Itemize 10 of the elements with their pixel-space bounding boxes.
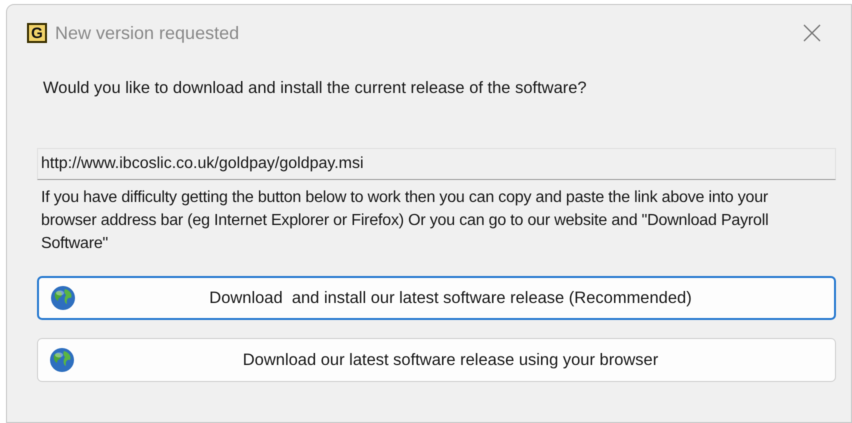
help-text: If you have difficulty getting the button below to work then you can copy and paste the link above into your browser address bar (eg Internet Explorer or Firefox) Or you can go to our website and "Download Payroll Software" xyxy=(41,188,770,254)
globe-icon xyxy=(48,346,76,374)
link-field[interactable]: http://www.ibcoslic.co.uk/goldpay/goldpay.msi xyxy=(37,148,836,180)
app-icon: G xyxy=(27,23,47,43)
globe-icon xyxy=(49,284,77,312)
download-button[interactable]: Download our latest software release using your browser xyxy=(37,338,836,382)
question-text: Would you like to download and install the current release of the software? xyxy=(43,79,588,98)
window-title: New version requested xyxy=(55,22,240,44)
close-icon[interactable] xyxy=(803,24,821,42)
download-button[interactable]: Download and install our latest software release (Recommended) xyxy=(37,276,836,320)
